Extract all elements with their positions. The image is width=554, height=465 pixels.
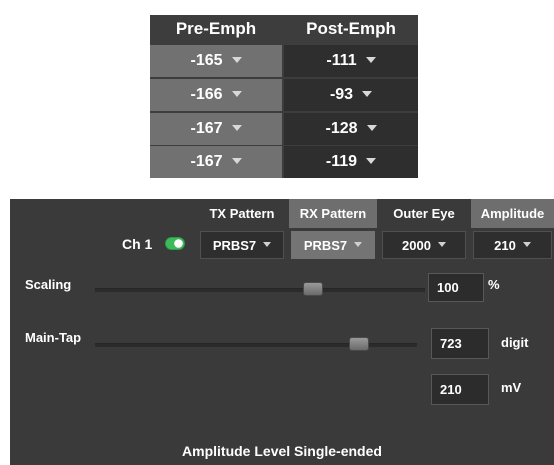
outer-eye-value: 2000 <box>402 237 431 253</box>
caret-down-icon <box>437 241 446 247</box>
pre-emph-dropdown[interactable]: -167 <box>150 146 282 178</box>
main-tap-unit: digit <box>501 335 529 350</box>
amplitude-dropdown[interactable]: 210 <box>473 231 552 259</box>
post-emph-dropdown[interactable]: -111 <box>284 45 418 77</box>
rx-pattern-value: PRBS7 <box>303 237 348 253</box>
pre-emph-header: Pre-Emph <box>175 19 257 38</box>
caret-down-icon <box>365 57 376 63</box>
caret-down-icon <box>231 158 242 164</box>
scaling-input[interactable]: 100 <box>428 273 484 302</box>
main-tap-label: Main-Tap <box>25 330 82 345</box>
toggle-switch-icon[interactable] <box>165 237 185 250</box>
post-emph-dropdown[interactable]: -119 <box>284 146 418 178</box>
channel-panel: TX Pattern RX Pattern Outer Eye Amplitud… <box>10 199 554 465</box>
caret-down-icon <box>231 125 242 131</box>
amplitude-mv-input[interactable]: 210 <box>431 374 489 405</box>
caret-down-icon <box>231 91 242 97</box>
pre-emph-dropdown[interactable]: -166 <box>150 79 282 111</box>
channel-label: Ch 1 <box>122 236 153 252</box>
scaling-unit: % <box>488 277 500 292</box>
caret-down-icon <box>366 125 377 131</box>
post-emph-value: -111 <box>326 52 357 69</box>
main-tap-input[interactable]: 723 <box>431 328 489 359</box>
amplitude-header: Amplitude <box>471 199 554 228</box>
pre-emph-value: -167 <box>190 120 223 137</box>
post-emph-value: -119 <box>325 153 358 170</box>
pre-emph-dropdown[interactable]: -167 <box>150 113 282 145</box>
amplitude-value: 210 <box>494 237 516 253</box>
post-emph-dropdown[interactable]: -128 <box>284 113 418 145</box>
rx-pattern-header: RX Pattern <box>289 199 377 228</box>
caret-down-icon <box>231 57 242 63</box>
pre-emph-dropdown[interactable]: -165 <box>150 45 282 77</box>
pre-emph-value: -165 <box>190 52 223 69</box>
caret-down-icon <box>366 158 377 164</box>
outer-eye-dropdown[interactable]: 2000 <box>382 231 466 259</box>
tx-pattern-header: TX Pattern <box>209 206 275 221</box>
caret-down-icon <box>522 241 531 247</box>
outer-eye-header: Outer Eye <box>393 206 455 221</box>
post-emph-header: Post-Emph <box>306 19 396 38</box>
scaling-label: Scaling <box>25 277 72 292</box>
amplitude-mv-unit: mV <box>501 380 522 395</box>
amplitude-level-caption: Amplitude Level Single-ended <box>182 443 382 459</box>
post-emph-value: -93 <box>329 86 354 103</box>
emphasis-table: Pre-Emph Post-Emph -165 -111 -166 -93 -1… <box>150 15 418 178</box>
post-emph-dropdown[interactable]: -93 <box>284 79 418 111</box>
pre-emph-value: -166 <box>190 86 223 103</box>
tx-pattern-dropdown[interactable]: PRBS7 <box>200 231 284 259</box>
main-tap-slider-thumb[interactable] <box>349 337 370 351</box>
scaling-slider-thumb[interactable] <box>302 282 323 296</box>
scaling-slider-track[interactable] <box>95 288 425 292</box>
post-emph-value: -128 <box>325 120 358 137</box>
caret-down-icon <box>354 241 363 247</box>
caret-down-icon <box>362 91 373 97</box>
rx-pattern-dropdown[interactable]: PRBS7 <box>291 231 375 259</box>
pre-emph-value: -167 <box>190 153 223 170</box>
tx-pattern-value: PRBS7 <box>212 237 257 253</box>
caret-down-icon <box>263 241 272 247</box>
